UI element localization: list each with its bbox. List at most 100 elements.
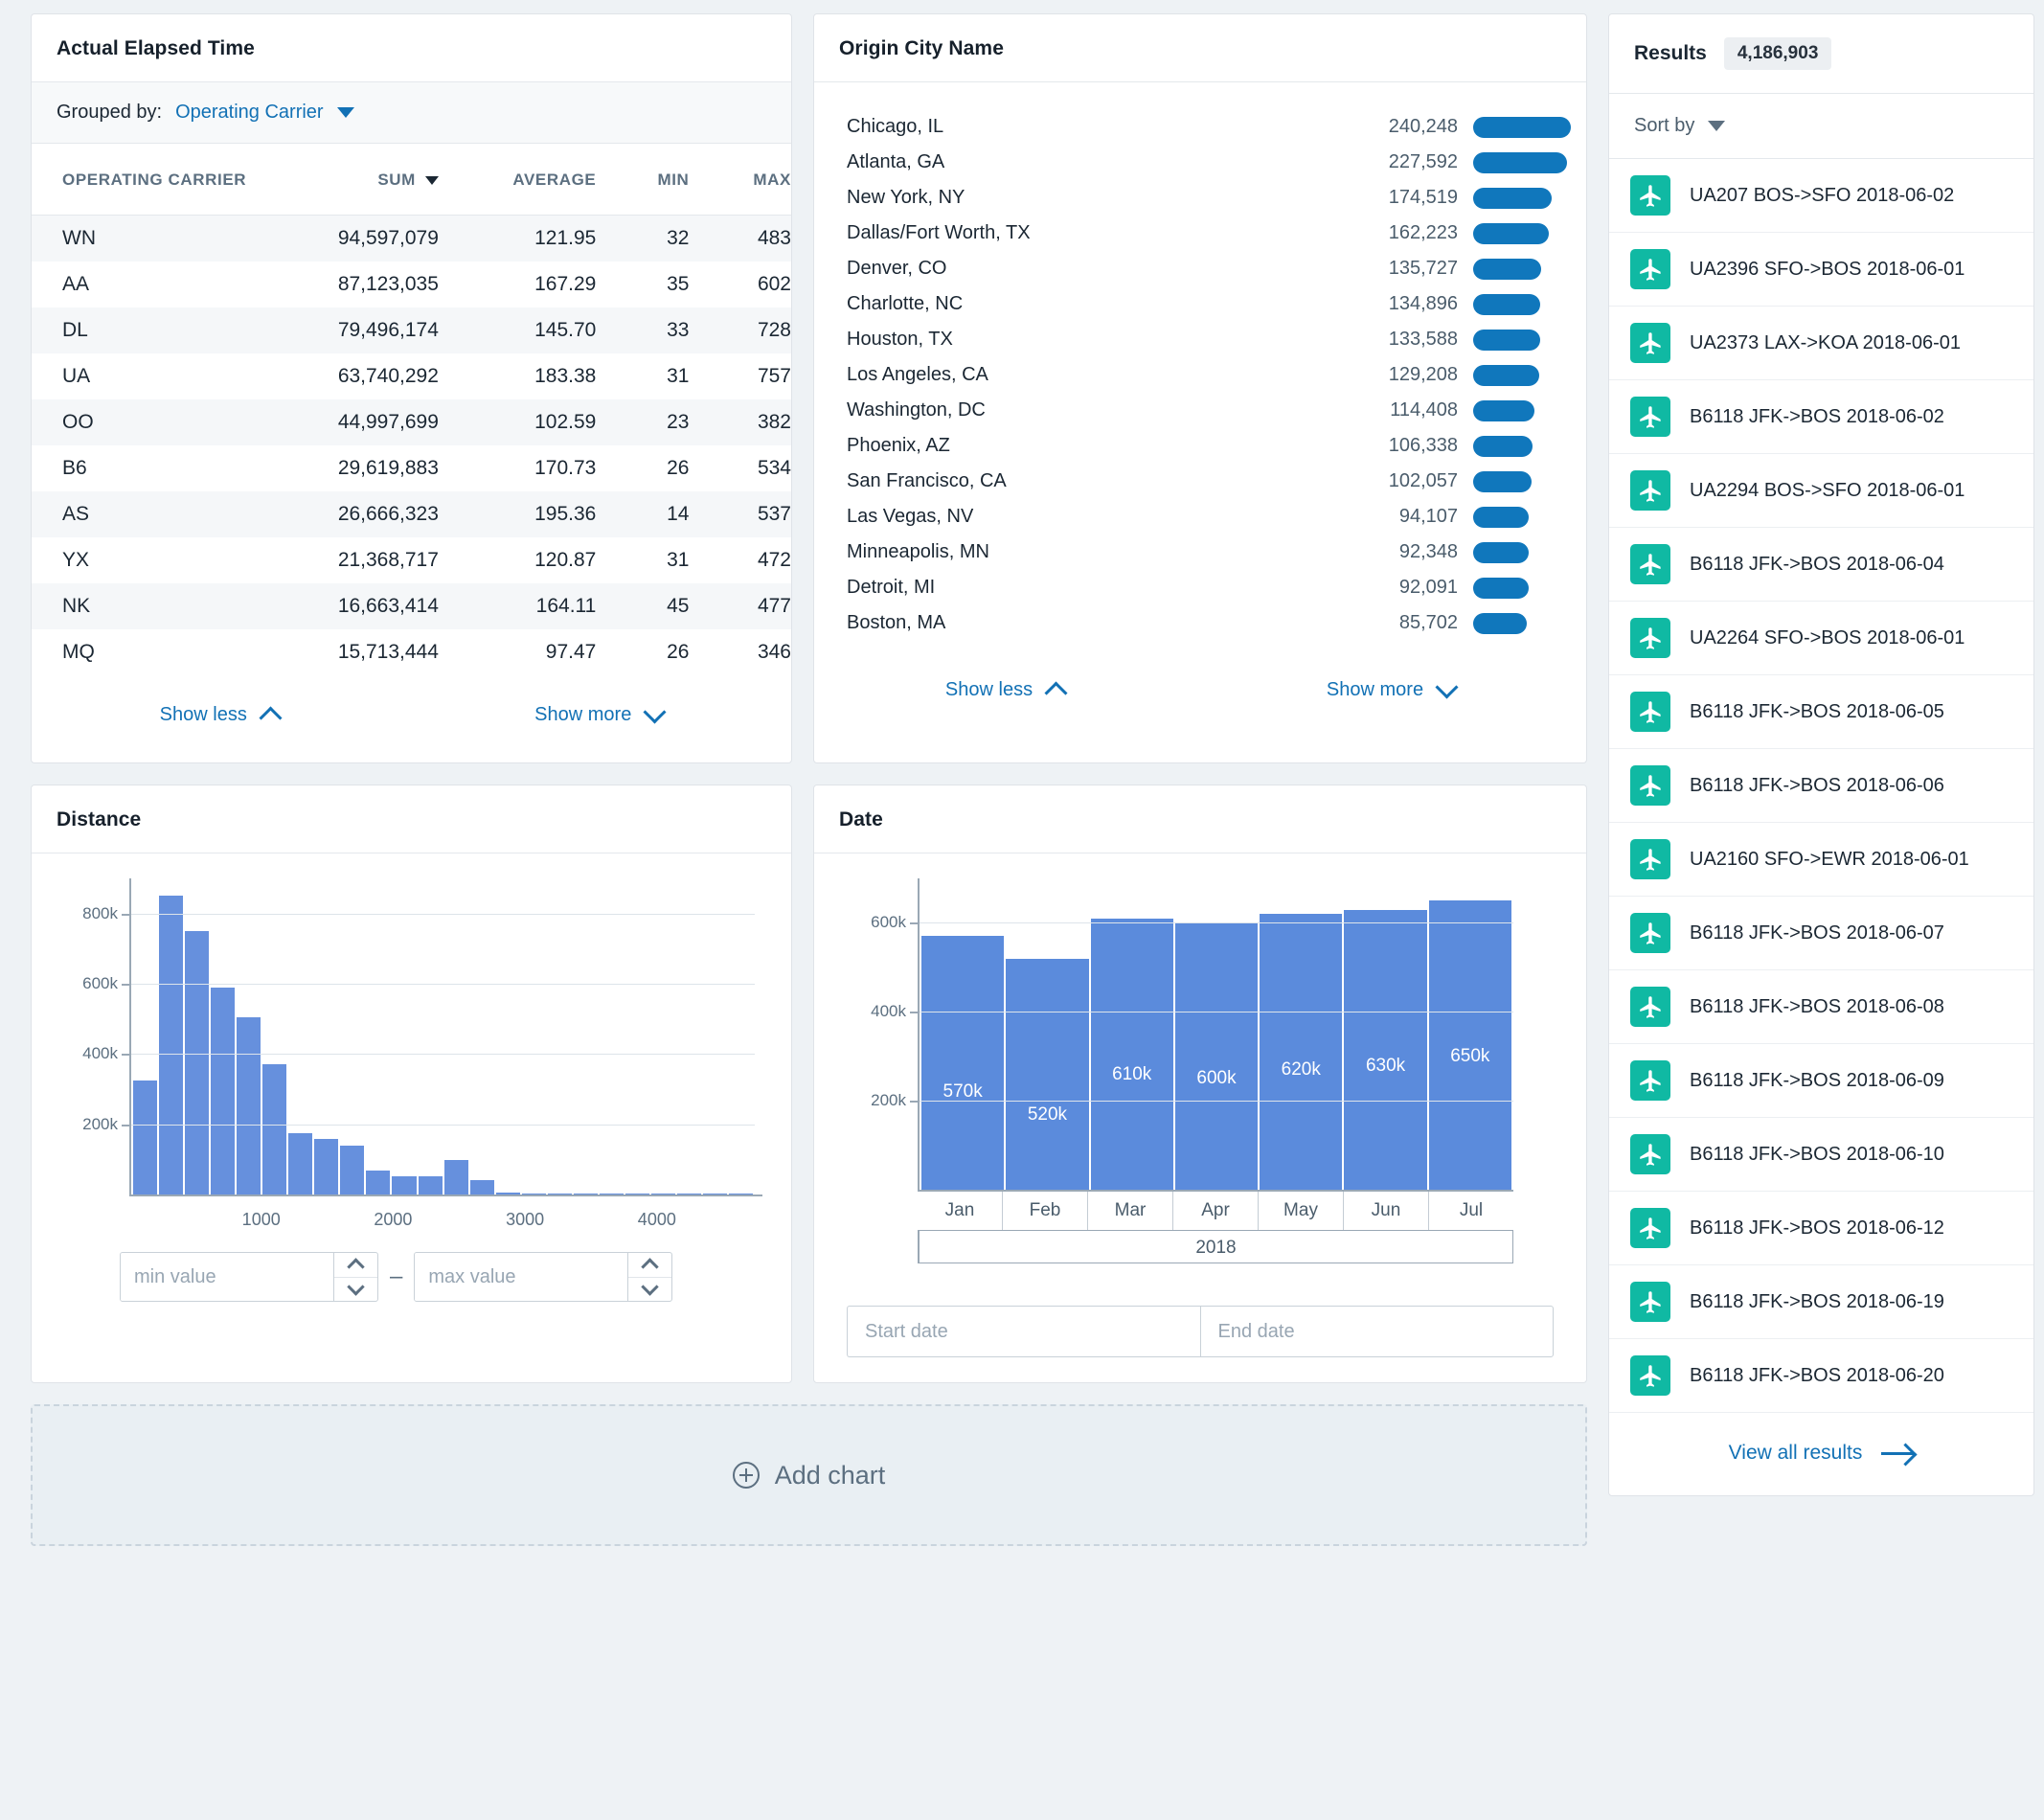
list-item[interactable]: Houston, TX 133,588 xyxy=(814,322,1586,357)
max-value-stepper[interactable] xyxy=(414,1252,673,1302)
histogram-bar[interactable] xyxy=(237,1016,261,1194)
show-less-button[interactable]: Show less xyxy=(160,704,283,730)
histogram-bar[interactable] xyxy=(314,1139,339,1194)
list-item[interactable]: Chicago, IL 240,248 xyxy=(814,109,1586,145)
histogram-bar[interactable] xyxy=(418,1175,443,1194)
table-row[interactable]: B6 29,619,883 170.73 26 534 xyxy=(32,445,791,491)
min-increment-button[interactable] xyxy=(334,1253,377,1277)
histogram-bar[interactable] xyxy=(288,1132,313,1194)
column-header-average[interactable]: AVERAGE xyxy=(438,144,597,216)
list-item[interactable]: Boston, MA 85,702 xyxy=(814,605,1586,641)
result-list-item[interactable]: B6118 JFK->BOS 2018-06-07 xyxy=(1609,897,2033,970)
table-row[interactable]: WN 94,597,079 121.95 32 483 xyxy=(32,215,791,262)
list-item[interactable]: New York, NY 174,519 xyxy=(814,180,1586,216)
result-list-item[interactable]: UA2160 SFO->EWR 2018-06-01 xyxy=(1609,823,2033,897)
histogram-bar[interactable] xyxy=(133,1080,158,1194)
list-item[interactable]: Las Vegas, NV 94,107 xyxy=(814,499,1586,535)
column-header-sum[interactable]: SUM xyxy=(246,144,439,216)
results-panel: Results 4,186,903 Sort by UA207 BOS->SFO… xyxy=(1608,13,2034,1496)
histogram-bar[interactable] xyxy=(340,1146,365,1194)
y-axis-tick-label: 600k xyxy=(82,974,118,992)
table-row[interactable]: MQ 15,713,444 97.47 26 346 xyxy=(32,629,791,675)
result-list-item[interactable]: B6118 JFK->BOS 2018-06-09 xyxy=(1609,1044,2033,1118)
show-more-button[interactable]: Show more xyxy=(534,700,667,726)
city-show-more-label: Show more xyxy=(1326,679,1424,700)
city-value: 129,208 xyxy=(1388,364,1458,385)
cell-sum: 26,666,323 xyxy=(246,491,439,537)
list-item[interactable]: Denver, CO 135,727 xyxy=(814,251,1586,286)
max-decrement-button[interactable] xyxy=(628,1276,672,1302)
histogram-bar[interactable] xyxy=(159,896,184,1194)
list-item[interactable]: Minneapolis, MN 92,348 xyxy=(814,535,1586,570)
month-bar[interactable]: 520k xyxy=(1006,958,1091,1190)
histogram-bar[interactable] xyxy=(469,1179,494,1194)
sort-by-dropdown[interactable]: Sort by xyxy=(1609,94,2033,159)
table-row[interactable]: AA 87,123,035 167.29 35 602 xyxy=(32,262,791,307)
cell-carrier: NK xyxy=(32,583,247,629)
cell-min: 14 xyxy=(596,491,690,537)
list-item[interactable]: Washington, DC 114,408 xyxy=(814,393,1586,428)
city-bar xyxy=(1473,187,1552,209)
list-item[interactable]: Phoenix, AZ 106,338 xyxy=(814,428,1586,464)
list-item[interactable]: Atlanta, GA 227,592 xyxy=(814,145,1586,180)
column-header-min[interactable]: MIN xyxy=(596,144,690,216)
month-bar[interactable]: 570k xyxy=(921,936,1007,1190)
table-row[interactable]: DL 79,496,174 145.70 33 728 xyxy=(32,307,791,353)
list-item[interactable]: Los Angeles, CA 129,208 xyxy=(814,357,1586,393)
result-list-item[interactable]: B6118 JFK->BOS 2018-06-04 xyxy=(1609,528,2033,602)
column-header-max[interactable]: MAX xyxy=(689,144,791,216)
result-list-item[interactable]: B6118 JFK->BOS 2018-06-06 xyxy=(1609,749,2033,823)
result-list-item[interactable]: B6118 JFK->BOS 2018-06-10 xyxy=(1609,1118,2033,1192)
min-decrement-button[interactable] xyxy=(334,1276,377,1302)
view-all-results-button[interactable]: View all results xyxy=(1609,1413,2033,1495)
histogram-bar[interactable] xyxy=(262,1064,287,1194)
grouped-by-dropdown[interactable]: Operating Carrier xyxy=(175,102,354,124)
table-row[interactable]: AS 26,666,323 195.36 14 537 xyxy=(32,491,791,537)
month-bar[interactable]: 630k xyxy=(1344,909,1429,1190)
city-show-less-button[interactable]: Show less xyxy=(945,679,1068,705)
list-item[interactable]: Detroit, MI 92,091 xyxy=(814,570,1586,605)
city-label: Los Angeles, CA xyxy=(847,364,988,385)
result-list-item[interactable]: UA207 BOS->SFO 2018-06-02 xyxy=(1609,159,2033,233)
histogram-bar[interactable] xyxy=(211,987,236,1194)
city-show-more-button[interactable]: Show more xyxy=(1326,675,1459,701)
result-list-item[interactable]: UA2373 LAX->KOA 2018-06-01 xyxy=(1609,307,2033,380)
result-list-item[interactable]: UA2396 SFO->BOS 2018-06-01 xyxy=(1609,233,2033,307)
city-bar-wrapper xyxy=(1473,399,1586,421)
result-list-item[interactable]: UA2294 BOS->SFO 2018-06-01 xyxy=(1609,454,2033,528)
cell-sum: 15,713,444 xyxy=(337,641,439,663)
max-increment-button[interactable] xyxy=(628,1253,671,1277)
cell-average: 183.38 xyxy=(534,365,597,387)
table-row[interactable]: OO 44,997,699 102.59 23 382 xyxy=(32,399,791,445)
cell-carrier: B6 xyxy=(62,457,87,479)
month-bar[interactable]: 600k xyxy=(1174,922,1260,1190)
result-list-item[interactable]: B6118 JFK->BOS 2018-06-08 xyxy=(1609,970,2033,1044)
result-list-item[interactable]: B6118 JFK->BOS 2018-06-20 xyxy=(1609,1339,2033,1413)
histogram-bar[interactable] xyxy=(366,1171,391,1194)
min-value-stepper[interactable] xyxy=(120,1252,378,1302)
table-row[interactable]: UA 63,740,292 183.38 31 757 xyxy=(32,353,791,399)
list-item[interactable]: Charlotte, NC 134,896 xyxy=(814,286,1586,322)
month-bar[interactable]: 610k xyxy=(1090,918,1175,1190)
result-list-item[interactable]: B6118 JFK->BOS 2018-06-19 xyxy=(1609,1265,2033,1339)
end-date-input[interactable] xyxy=(1199,1306,1554,1357)
start-date-input[interactable] xyxy=(847,1306,1200,1357)
month-bar[interactable]: 620k xyxy=(1260,914,1345,1190)
histogram-bar[interactable] xyxy=(185,931,210,1194)
result-list-item[interactable]: B6118 JFK->BOS 2018-06-05 xyxy=(1609,675,2033,749)
result-list-item[interactable]: UA2264 SFO->BOS 2018-06-01 xyxy=(1609,602,2033,675)
table-row[interactable]: NK 16,663,414 164.11 45 477 xyxy=(32,583,791,629)
list-item[interactable]: Dallas/Fort Worth, TX 162,223 xyxy=(814,216,1586,251)
column-header-carrier[interactable]: OPERATING CARRIER xyxy=(32,144,247,216)
table-row[interactable]: YX 21,368,717 120.87 31 472 xyxy=(32,537,791,583)
histogram-bar[interactable] xyxy=(443,1160,468,1194)
list-item[interactable]: San Francisco, CA 102,057 xyxy=(814,464,1586,499)
month-bar[interactable]: 650k xyxy=(1428,900,1513,1190)
histogram-bar[interactable] xyxy=(392,1175,417,1194)
min-value-input[interactable] xyxy=(121,1253,333,1301)
add-chart-button[interactable]: Add chart xyxy=(31,1404,1587,1546)
result-list-item[interactable]: B6118 JFK->BOS 2018-06-02 xyxy=(1609,380,2033,454)
max-value-input[interactable] xyxy=(415,1253,628,1301)
bar-value-label: 650k xyxy=(1450,1046,1490,1067)
result-list-item[interactable]: B6118 JFK->BOS 2018-06-12 xyxy=(1609,1192,2033,1265)
